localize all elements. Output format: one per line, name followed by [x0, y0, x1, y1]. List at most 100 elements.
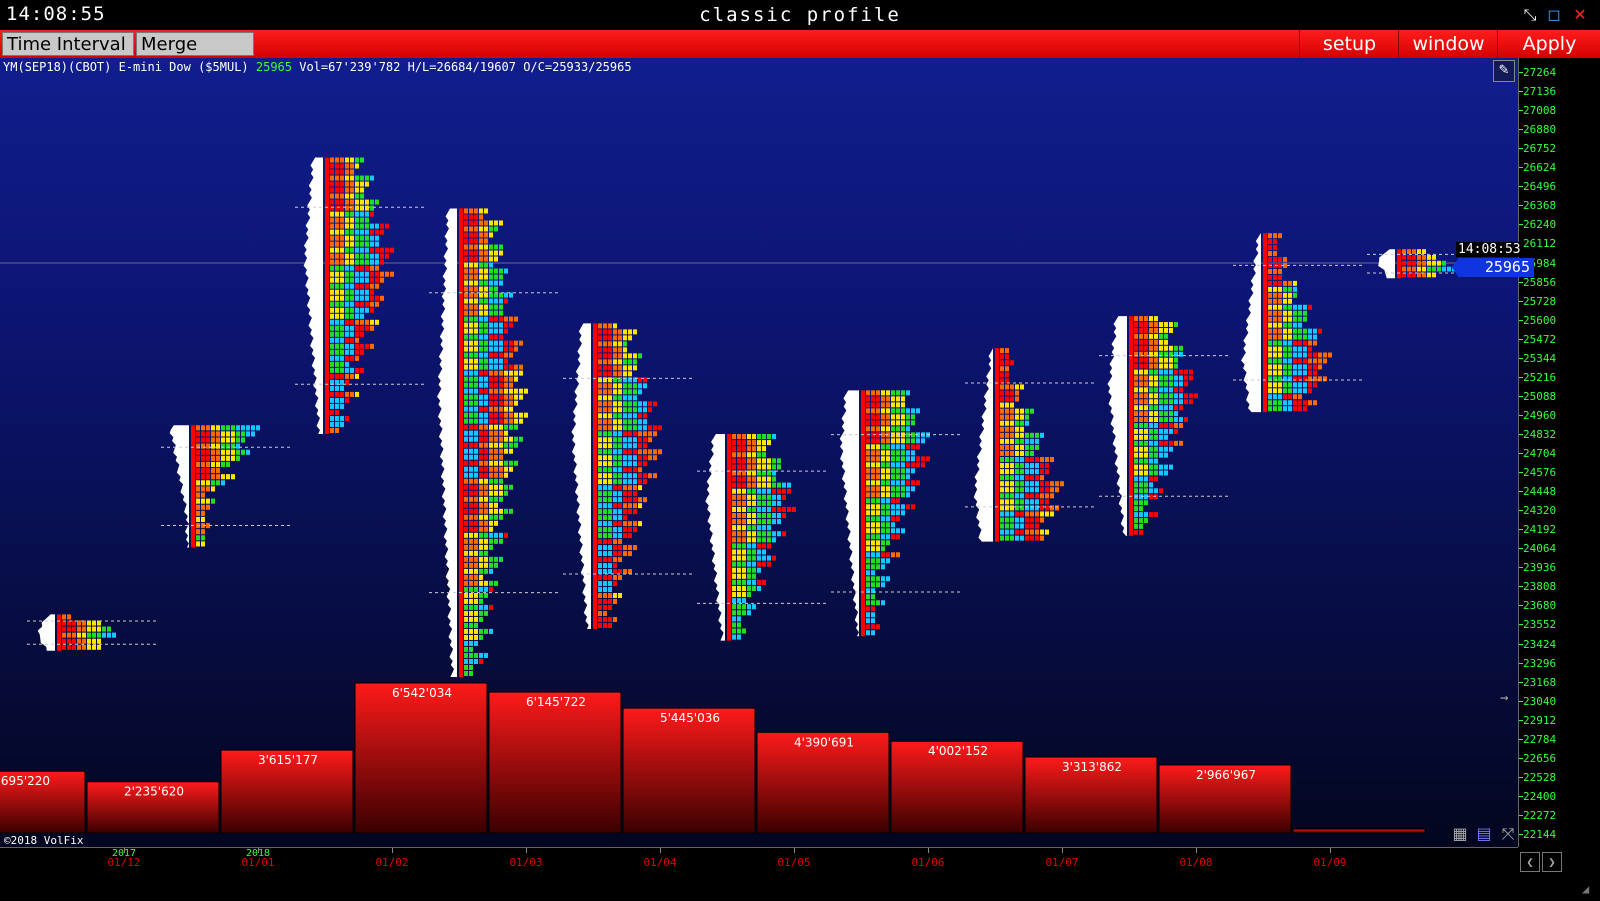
profile-cell [479, 262, 483, 268]
profile-cell [479, 526, 483, 532]
profile-cell [504, 418, 508, 424]
profile-cell [1020, 517, 1024, 523]
price-axis[interactable]: 27264 27136 27008 26880 26752 26624 26496 26368… [1518, 58, 1600, 847]
profile-cell [509, 460, 513, 466]
profile-cell [196, 443, 200, 449]
profile-cell [866, 408, 870, 414]
profile-cell [737, 567, 741, 573]
profile-cell [1417, 249, 1421, 255]
profile-cell [876, 486, 880, 492]
profile-cell [1020, 529, 1024, 535]
maximize-icon[interactable]: ◻ [1544, 5, 1564, 25]
profile-cell [742, 549, 746, 555]
apply-button[interactable]: Apply [1497, 30, 1600, 58]
profile-cell [355, 367, 359, 373]
fit-screen-icon[interactable]: ⤧ [1498, 824, 1518, 844]
profile-cell [1134, 434, 1138, 440]
profile-cell [1144, 363, 1148, 369]
profile-cell [1035, 493, 1039, 499]
profile-cell [1427, 255, 1431, 260]
restore-down-icon[interactable]: ⤡ [1520, 5, 1540, 25]
profile-cell [241, 437, 245, 443]
grid-layout-icon[interactable]: ▦ [1450, 824, 1470, 844]
profile-cell [479, 562, 483, 568]
profile-cell [633, 503, 637, 509]
profile-cell [494, 298, 498, 304]
merge-contracts-button[interactable]: Merge Contr [136, 32, 254, 79]
profile-cell [484, 544, 488, 550]
profile-cell [787, 506, 791, 512]
profile-cell [469, 664, 473, 670]
profile-cell [464, 412, 468, 418]
profile-cell [1169, 405, 1173, 411]
profile-cell [906, 462, 910, 468]
profile-cell [752, 573, 756, 579]
time-axis[interactable]: 01/12 01/01 01/02 01/03 01/04 01/05 01/06 01/07… [0, 847, 1518, 901]
volume-silhouette [169, 425, 189, 548]
profile-cell [747, 476, 751, 482]
profile-cell [1055, 505, 1059, 511]
profile-cell [1134, 339, 1138, 345]
profile-cell [742, 610, 746, 616]
profile-cell [479, 214, 483, 220]
profile-cell [732, 616, 736, 622]
profile-cell [474, 652, 478, 658]
profile-cell [886, 492, 890, 498]
profile-cell [1288, 334, 1292, 340]
profile-cell [350, 301, 354, 307]
time-interval-button[interactable]: Time Interval [2, 32, 134, 56]
profile-cell [360, 217, 364, 223]
resize-grip-icon[interactable]: ◢ [1582, 882, 1589, 896]
profile-cell [871, 582, 875, 588]
profile-cell [767, 537, 771, 543]
profile-spine [1129, 316, 1133, 536]
profile-cell [608, 491, 612, 497]
profile-settings-icon[interactable]: ▤ [1474, 824, 1494, 844]
profile-cell [613, 473, 617, 479]
profile-cell [201, 425, 205, 431]
profile-cell [1159, 357, 1163, 363]
profile-cell [1025, 493, 1029, 499]
profile-cell [623, 383, 627, 389]
profile-cell [1139, 523, 1143, 529]
profile-cell [623, 503, 627, 509]
profile-cell [1154, 369, 1158, 375]
profile-cell [623, 521, 627, 527]
profile-cell [603, 557, 607, 563]
profile-cell [603, 341, 607, 347]
profile-cell [1303, 310, 1307, 316]
profile-cell [881, 420, 885, 426]
profile-cell [1139, 464, 1143, 470]
profile-cell [355, 277, 359, 283]
profile-cell [1005, 384, 1009, 390]
profile-cell [1149, 464, 1153, 470]
window-button[interactable]: window [1398, 30, 1498, 58]
profile-cell [628, 545, 632, 551]
profile-cell [514, 436, 518, 442]
chart-area[interactable]: 2'695'2202'235'6203'615'1776'542'0346'14… [0, 58, 1518, 847]
scroll-right-button[interactable]: ❯ [1542, 852, 1562, 872]
pencil-icon[interactable]: ✎ [1493, 60, 1515, 82]
profile-cell [732, 543, 736, 549]
profile-cell [1139, 446, 1143, 452]
profile-cell [345, 271, 349, 277]
profile-cell [355, 253, 359, 259]
profile-cell [1005, 444, 1009, 450]
profile-cell [330, 163, 334, 169]
profile-cell [464, 568, 468, 574]
profile-cell [340, 331, 344, 337]
setup-button[interactable]: setup [1299, 30, 1399, 58]
profile-cell [514, 370, 518, 376]
profile-cell [1045, 469, 1049, 475]
profile-cell [881, 576, 885, 582]
profile-cell [355, 187, 359, 193]
profile-cell [494, 382, 498, 388]
profile-cell [752, 433, 756, 440]
profile-cell [1273, 394, 1277, 400]
close-icon[interactable]: ✕ [1570, 5, 1590, 25]
profile-cell [891, 390, 895, 396]
scroll-left-button[interactable]: ❮ [1520, 852, 1540, 872]
profile-cell [618, 509, 622, 515]
profile-cell [921, 462, 925, 468]
scroll-right-arrow-icon[interactable]: → [1500, 690, 1508, 706]
